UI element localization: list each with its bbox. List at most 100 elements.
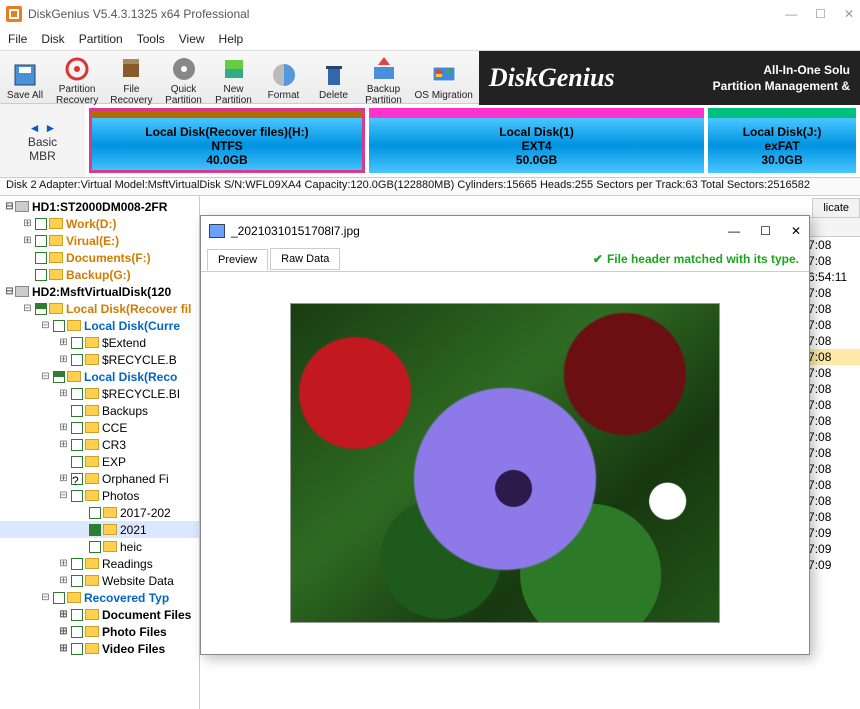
- expand-icon[interactable]: ⊞: [58, 473, 69, 484]
- checkbox[interactable]: [35, 303, 47, 315]
- expand-icon[interactable]: ⊞: [22, 218, 33, 229]
- checkbox[interactable]: [71, 575, 83, 587]
- menu-disk[interactable]: Disk: [41, 32, 64, 46]
- checkbox[interactable]: [71, 626, 83, 638]
- tab-duplicate[interactable]: licate: [812, 198, 860, 217]
- menu-tools[interactable]: Tools: [137, 32, 165, 46]
- tree-node[interactable]: ⊟Local Disk(Recover fil: [0, 300, 199, 317]
- expand-icon[interactable]: ⊞: [58, 439, 69, 450]
- save-all-button[interactable]: Save All: [0, 51, 50, 106]
- expand-icon[interactable]: ⊟: [58, 490, 69, 501]
- tree-node[interactable]: Backup(G:): [0, 266, 199, 283]
- checkbox[interactable]: ?: [71, 473, 83, 485]
- tree-node[interactable]: ⊞Document Files: [0, 606, 199, 623]
- directory-tree[interactable]: ⊟HD1:ST2000DM008-2FR⊞Work(D:)⊞Virual(E:)…: [0, 196, 200, 709]
- checkbox[interactable]: [71, 490, 83, 502]
- checkbox[interactable]: [35, 235, 47, 247]
- expand-icon[interactable]: ⊟: [4, 286, 15, 297]
- expand-icon[interactable]: ⊞: [58, 337, 69, 348]
- checkbox[interactable]: [71, 388, 83, 400]
- expand-icon[interactable]: ⊞: [58, 609, 69, 620]
- checkbox[interactable]: [35, 269, 47, 281]
- tree-node[interactable]: ⊞Website Data: [0, 572, 199, 589]
- checkbox[interactable]: [71, 354, 83, 366]
- expand-icon[interactable]: ⊞: [58, 388, 69, 399]
- close-button[interactable]: ✕: [844, 7, 854, 21]
- checkbox[interactable]: [53, 371, 65, 383]
- preview-close-button[interactable]: ✕: [791, 224, 801, 238]
- preview-minimize-button[interactable]: —: [728, 224, 740, 238]
- tree-node[interactable]: ⊟Recovered Typ: [0, 589, 199, 606]
- delete-button[interactable]: Delete: [309, 51, 359, 106]
- expand-icon[interactable]: ⊟: [40, 371, 51, 382]
- expand-icon[interactable]: ⊞: [58, 558, 69, 569]
- tree-node[interactable]: ⊟HD2:MsftVirtualDisk(120: [0, 283, 199, 300]
- tree-node[interactable]: ⊞Work(D:): [0, 215, 199, 232]
- preview-tab-preview[interactable]: Preview: [207, 249, 268, 271]
- preview-maximize-button[interactable]: ☐: [760, 224, 771, 238]
- checkbox[interactable]: [53, 592, 65, 604]
- tree-node[interactable]: EXP: [0, 453, 199, 470]
- tree-node[interactable]: ⊞Readings: [0, 555, 199, 572]
- format-button[interactable]: Format: [259, 51, 309, 106]
- partition-block[interactable]: Local Disk(J:)exFAT30.0GB: [708, 108, 856, 173]
- maximize-button[interactable]: ☐: [815, 7, 826, 21]
- tree-node[interactable]: ⊞Virual(E:): [0, 232, 199, 249]
- quick-partition-button[interactable]: Quick Partition: [159, 51, 209, 106]
- tree-node[interactable]: ⊟Photos: [0, 487, 199, 504]
- expand-icon[interactable]: ⊞: [58, 643, 69, 654]
- tree-node[interactable]: heic: [0, 538, 199, 555]
- checkbox[interactable]: [53, 320, 65, 332]
- checkbox[interactable]: [71, 422, 83, 434]
- checkbox[interactable]: [89, 524, 101, 536]
- disk-next-button[interactable]: ►: [44, 121, 56, 135]
- expand-icon[interactable]: ⊞: [58, 575, 69, 586]
- tree-node[interactable]: ⊟HD1:ST2000DM008-2FR: [0, 198, 199, 215]
- menu-partition[interactable]: Partition: [79, 32, 123, 46]
- tree-node[interactable]: ⊞$RECYCLE.BI: [0, 385, 199, 402]
- tree-node[interactable]: Backups: [0, 402, 199, 419]
- tree-node[interactable]: ⊟Local Disk(Curre: [0, 317, 199, 334]
- menu-view[interactable]: View: [179, 32, 205, 46]
- tree-node[interactable]: ⊞$RECYCLE.B: [0, 351, 199, 368]
- tree-node[interactable]: ⊞CR3: [0, 436, 199, 453]
- file-recovery-button[interactable]: File Recovery: [104, 51, 158, 106]
- checkbox[interactable]: [71, 405, 83, 417]
- tree-node[interactable]: 2017-202: [0, 504, 199, 521]
- partition-block[interactable]: Local Disk(1)EXT450.0GB: [369, 108, 704, 173]
- tree-node[interactable]: 2021: [0, 521, 199, 538]
- new-partition-button[interactable]: New Partition: [209, 51, 259, 106]
- expand-icon[interactable]: ⊟: [40, 592, 51, 603]
- checkbox[interactable]: [89, 507, 101, 519]
- checkbox[interactable]: [71, 439, 83, 451]
- expand-icon[interactable]: ⊟: [22, 303, 33, 314]
- disk-prev-button[interactable]: ◄: [29, 121, 41, 135]
- expand-icon[interactable]: ⊞: [58, 422, 69, 433]
- partition-recovery-button[interactable]: Partition Recovery: [50, 51, 104, 106]
- checkbox[interactable]: [35, 252, 47, 264]
- checkbox[interactable]: [89, 541, 101, 553]
- expand-icon[interactable]: ⊞: [58, 354, 69, 365]
- preview-tab-rawdata[interactable]: Raw Data: [270, 248, 340, 270]
- checkbox[interactable]: [71, 456, 83, 468]
- tree-node[interactable]: ⊞?Orphaned Fi: [0, 470, 199, 487]
- expand-icon[interactable]: ⊟: [4, 201, 15, 212]
- checkbox[interactable]: [71, 558, 83, 570]
- tree-node[interactable]: ⊞Photo Files: [0, 623, 199, 640]
- expand-icon[interactable]: ⊞: [58, 626, 69, 637]
- checkbox[interactable]: [71, 337, 83, 349]
- minimize-button[interactable]: —: [785, 7, 797, 21]
- partition-block[interactable]: Local Disk(Recover files)(H:)NTFS40.0GB: [89, 108, 365, 173]
- tree-node[interactable]: ⊞CCE: [0, 419, 199, 436]
- tree-node[interactable]: Documents(F:): [0, 249, 199, 266]
- menu-help[interactable]: Help: [219, 32, 244, 46]
- tree-node[interactable]: ⊞Video Files: [0, 640, 199, 657]
- backup-partition-button[interactable]: Backup Partition: [359, 51, 409, 106]
- tree-node[interactable]: ⊟Local Disk(Reco: [0, 368, 199, 385]
- expand-icon[interactable]: ⊞: [22, 235, 33, 246]
- checkbox[interactable]: [71, 643, 83, 655]
- tree-node[interactable]: ⊞$Extend: [0, 334, 199, 351]
- os-migration-button[interactable]: OS Migration: [409, 51, 479, 106]
- menu-file[interactable]: File: [8, 32, 27, 46]
- checkbox[interactable]: [71, 609, 83, 621]
